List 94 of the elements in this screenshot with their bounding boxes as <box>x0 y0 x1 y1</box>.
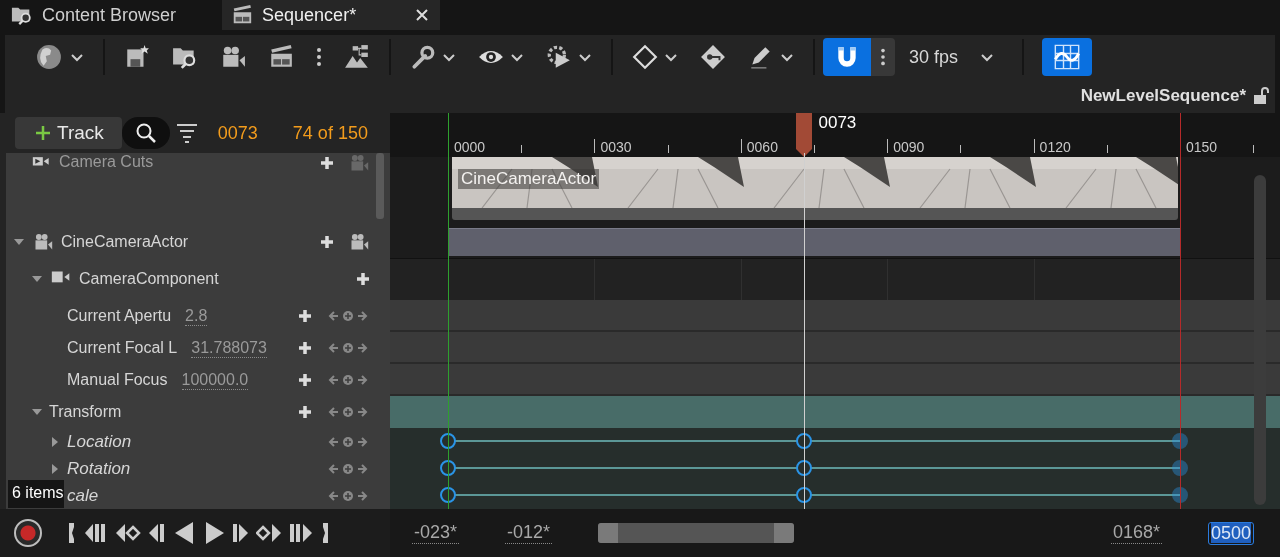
more-icon <box>880 46 886 68</box>
curve-editor-button[interactable] <box>1042 38 1093 76</box>
tick-label: 0150 <box>1186 139 1218 155</box>
tick-label: 0090 <box>893 139 925 155</box>
add-icon[interactable] <box>298 309 312 323</box>
key-diamond-icon <box>700 44 726 70</box>
value-field[interactable]: 100000.0 <box>181 370 249 390</box>
sequence-name: NewLevelSequence* <box>1080 86 1246 106</box>
reverse-play-button[interactable] <box>173 521 195 545</box>
track-label[interactable]: Current Apertu <box>67 307 172 325</box>
reverse-play-icon <box>173 521 195 545</box>
track-label[interactable]: Transform <box>49 403 122 421</box>
add-icon[interactable] <box>356 272 370 286</box>
key-navigation-icon[interactable] <box>326 308 370 324</box>
frame-count: 74 of 150 <box>292 122 368 144</box>
record-button[interactable] <box>14 519 42 547</box>
track-label[interactable]: cale <box>67 485 99 506</box>
unlocked-icon[interactable] <box>1252 86 1270 106</box>
caret-icon <box>442 51 456 63</box>
caret-icon <box>70 51 84 63</box>
snap-button[interactable] <box>823 38 871 76</box>
snap-options-button[interactable] <box>871 38 895 76</box>
add-icon[interactable] <box>320 235 334 249</box>
next-key-icon <box>256 521 282 545</box>
frame-field[interactable]: -023* <box>412 522 460 544</box>
filter-icon[interactable] <box>175 122 198 144</box>
playhead-handle[interactable] <box>796 113 813 157</box>
track-label[interactable]: Rotation <box>67 458 131 479</box>
time-ruler[interactable]: 0000 0030 0060 0090 0120 0150 0073 <box>390 113 1280 157</box>
track-label[interactable]: Camera Cuts <box>59 153 154 171</box>
close-icon[interactable] <box>416 9 429 21</box>
search-button[interactable] <box>121 117 170 149</box>
globe-icon <box>34 44 64 70</box>
wrench-icon <box>410 44 436 70</box>
add-icon[interactable] <box>298 341 312 355</box>
curve-grid-icon <box>1053 43 1082 71</box>
section-label: CineCameraActor <box>458 169 600 189</box>
floppy-disk-icon <box>124 44 150 70</box>
track-label[interactable]: Current Focal L <box>67 339 178 357</box>
add-icon[interactable] <box>320 156 334 170</box>
diamond-icon <box>632 44 658 70</box>
caret-icon <box>578 51 592 63</box>
tick-label: 0000 <box>454 139 486 155</box>
track-label[interactable]: CineCameraActor <box>61 233 189 251</box>
playhead-time: 0073 <box>818 113 857 133</box>
scrollbar-thumb[interactable] <box>1254 175 1266 505</box>
frame-rate-dropdown[interactable]: 30 fps <box>895 40 1015 74</box>
value-field[interactable]: 31.788073 <box>191 338 267 358</box>
scrollbar-thumb[interactable] <box>376 153 384 219</box>
search-icon <box>134 122 157 144</box>
timeline-scrollbar[interactable] <box>598 523 795 543</box>
step-forward-icon <box>231 521 249 545</box>
add-icon[interactable] <box>298 405 312 419</box>
add-track-button[interactable]: Track <box>15 117 122 149</box>
key-navigation-icon[interactable] <box>326 372 370 388</box>
editor-tab[interactable]: Sequencer* <box>222 0 441 30</box>
plus-icon <box>35 125 51 141</box>
range-end-icon <box>320 521 330 545</box>
tick-label: 0030 <box>600 139 632 155</box>
track-label[interactable]: Manual Focus <box>67 371 168 389</box>
caret-icon <box>980 51 995 63</box>
jump-back-icon <box>84 521 108 545</box>
jump-forward-icon <box>289 521 313 545</box>
clapperboard-icon <box>268 44 294 70</box>
frame-field[interactable]: -012* <box>505 522 553 544</box>
frame-field[interactable]: 0168* <box>1110 522 1162 544</box>
range-end-button[interactable] <box>320 521 330 545</box>
current-frame: 0073 <box>217 122 258 144</box>
step-back-button[interactable] <box>148 521 166 545</box>
jump-back-button[interactable] <box>84 521 108 545</box>
step-back-icon <box>148 521 166 545</box>
key-navigation-icon[interactable] <box>326 340 370 356</box>
frame-field[interactable]: 0500 <box>1207 521 1254 545</box>
next-key-button[interactable] <box>256 521 282 545</box>
add-icon[interactable] <box>298 373 312 387</box>
track-label[interactable]: CameraComponent <box>79 270 219 288</box>
track-label[interactable]: Location <box>67 431 132 452</box>
value-field[interactable]: 2.8 <box>185 306 208 326</box>
jump-forward-button[interactable] <box>289 521 313 545</box>
movie-camera-icon <box>220 44 246 70</box>
tick-label: 0120 <box>1039 139 1071 155</box>
camera-cut-section[interactable]: CineCameraActor <box>452 157 1178 220</box>
caret-icon <box>780 51 794 63</box>
step-forward-button[interactable] <box>231 521 249 545</box>
gear-play-icon <box>546 44 572 70</box>
caret-icon <box>510 51 524 63</box>
caret-icon <box>664 51 678 63</box>
key-navigation-icon[interactable] <box>326 404 370 420</box>
hierarchy-icon <box>344 44 370 70</box>
range-start-icon <box>67 521 77 545</box>
tooltip: 6 items <box>8 480 64 508</box>
range-start-button[interactable] <box>67 521 77 545</box>
editor-tab[interactable]: Content Browser <box>8 0 187 30</box>
tick-label: 0060 <box>746 139 778 155</box>
